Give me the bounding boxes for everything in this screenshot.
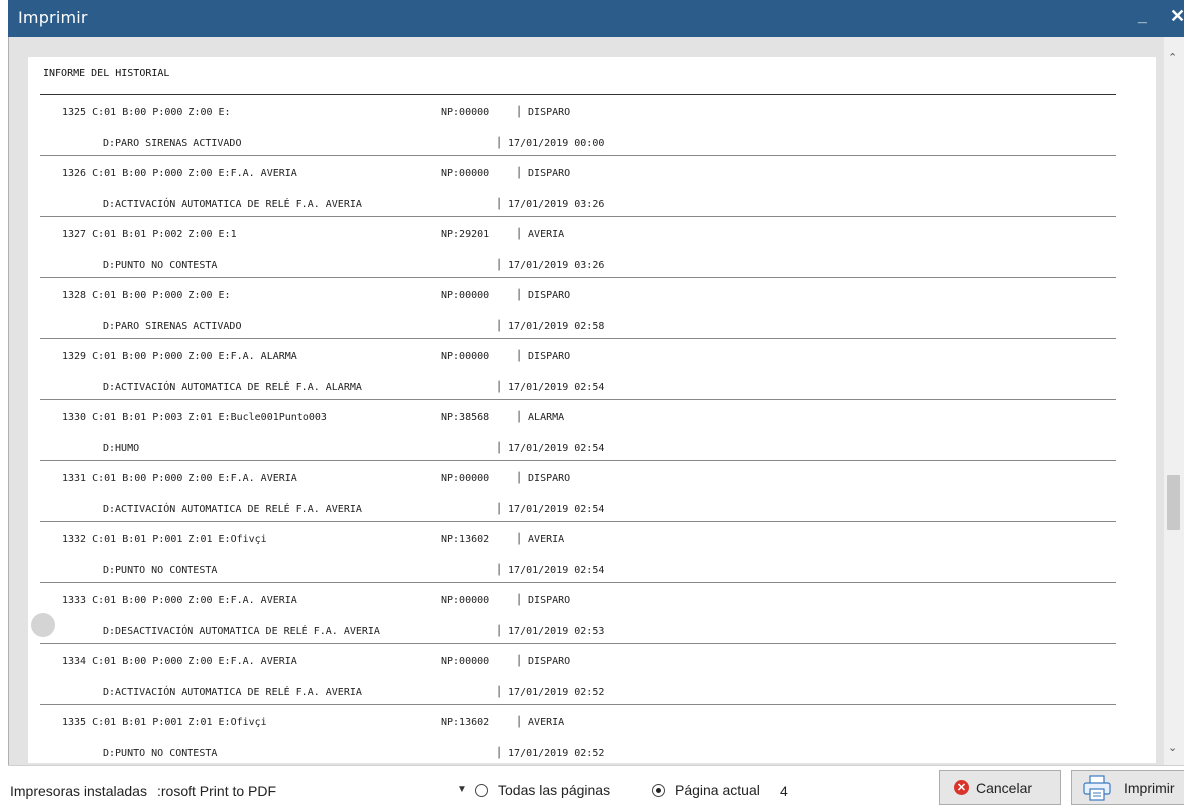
print-label: Imprimir <box>1124 779 1175 796</box>
all-pages-radio[interactable]: Todas las páginas <box>475 782 610 798</box>
record-type: │ DISPARO <box>516 290 571 301</box>
record-description: D:PARO SIRENAS ACTIVADO <box>103 138 242 149</box>
printers-label: Impresoras instaladas <box>10 783 147 799</box>
cancel-x-icon: ✕ <box>954 780 969 795</box>
current-page-radio[interactable]: Página actual <box>652 782 760 798</box>
record-np: NP:00000 <box>441 473 490 484</box>
mouse-cursor-indicator <box>31 613 55 637</box>
record-description: D:PARO SIRENAS ACTIVADO <box>103 321 242 332</box>
print-preview-area: INFORME DEL HISTORIAL 1325 C:01 B:00 P:0… <box>8 37 1184 765</box>
record-np: NP:29201 <box>441 229 490 240</box>
record-type: │ DISPARO <box>516 168 571 179</box>
window-titlebar[interactable]: Imprimir _ ✕ <box>8 0 1184 38</box>
printer-select[interactable]: :rosoft Print to PDF ▼ <box>153 783 469 803</box>
vertical-scrollbar[interactable]: ⌃ ⌄ <box>1164 37 1184 765</box>
record-description: D:PUNTO NO CONTESTA <box>103 748 218 759</box>
history-record: 1328 C:01 B:00 P:000 Z:00 E: NP:00000 │ DI… <box>28 277 1156 339</box>
record-type: │ DISPARO <box>516 473 571 484</box>
radio-selected-icon[interactable] <box>652 783 665 797</box>
window-title: Imprimir <box>18 8 88 27</box>
current-page-number: 4 <box>780 783 788 799</box>
record-header: 1333 C:01 B:00 P:000 Z:00 E:F.A. AVERIA <box>62 595 297 606</box>
record-np: NP:13602 <box>441 534 490 545</box>
record-header: 1334 C:01 B:00 P:000 Z:00 E:F.A. AVERIA <box>62 656 297 667</box>
record-header: 1325 C:01 B:00 P:000 Z:00 E: <box>62 107 231 118</box>
record-type: │ DISPARO <box>516 107 571 118</box>
record-description: D:DESACTIVACIÓN AUTOMATICA DE RELÉ F.A. … <box>103 626 380 637</box>
record-description: D:PUNTO NO CONTESTA <box>103 565 218 576</box>
scroll-up-arrow-icon[interactable]: ⌃ <box>1168 51 1177 64</box>
history-record: 1335 C:01 B:01 P:001 Z:01 E:Ofivçi NP:136… <box>28 704 1156 763</box>
record-type: │ AVERIA <box>516 534 565 545</box>
record-description: D:ACTIVACIÓN AUTOMATICA DE RELÉ F.A. AVE… <box>103 687 362 698</box>
history-record: 1327 C:01 B:01 P:002 Z:00 E:1 NP:29201 │ A… <box>28 216 1156 278</box>
cancel-label: Cancelar <box>976 779 1033 796</box>
history-record: 1326 C:01 B:00 P:000 Z:00 E:F.A. AVERIA N… <box>28 155 1156 217</box>
close-button[interactable]: ✕ <box>1170 6 1184 27</box>
record-np: NP:13602 <box>441 717 490 728</box>
cancel-button[interactable]: ✕ Cancelar <box>939 770 1061 805</box>
record-type: │ DISPARO <box>516 351 571 362</box>
record-header: 1329 C:01 B:00 P:000 Z:00 E:F.A. ALARMA <box>62 351 297 362</box>
record-np: NP:00000 <box>441 168 490 179</box>
record-np: NP:00000 <box>441 656 490 667</box>
record-type: │ AVERIA <box>516 717 565 728</box>
record-np: NP:00000 <box>441 290 490 301</box>
print-options-bar: Impresoras instaladas :rosoft Print to P… <box>8 765 1184 806</box>
current-page-label: Página actual <box>675 782 760 798</box>
record-np: NP:38568 <box>441 412 490 423</box>
record-np: NP:00000 <box>441 595 490 606</box>
record-type: │ AVERIA <box>516 229 565 240</box>
scroll-down-arrow-icon[interactable]: ⌄ <box>1168 741 1177 754</box>
record-np: NP:00000 <box>441 351 490 362</box>
preview-page: INFORME DEL HISTORIAL 1325 C:01 B:00 P:0… <box>28 57 1156 763</box>
record-date: │ 17/01/2019 00:00 <box>496 138 605 149</box>
record-header: 1328 C:01 B:00 P:000 Z:00 E: <box>62 290 231 301</box>
minimize-button[interactable]: _ <box>1138 8 1147 26</box>
record-description: D:ACTIVACIÓN AUTOMATICA DE RELÉ F.A. AVE… <box>103 504 362 515</box>
record-description: D:ACTIVACIÓN AUTOMATICA DE RELÉ F.A. ALA… <box>103 382 362 393</box>
dropdown-arrow-icon[interactable]: ▼ <box>457 784 467 795</box>
record-description: D:ACTIVACIÓN AUTOMATICA DE RELÉ F.A. AVE… <box>103 199 362 210</box>
record-header: 1327 C:01 B:01 P:002 Z:00 E:1 <box>62 229 237 240</box>
record-header: 1332 C:01 B:01 P:001 Z:01 E:Ofivçi <box>62 534 267 545</box>
record-header: 1331 C:01 B:00 P:000 Z:00 E:F.A. AVERIA <box>62 473 297 484</box>
record-date: │ 17/01/2019 02:53 <box>496 626 605 637</box>
printer-icon <box>1083 774 1111 801</box>
record-description: D:HUMO <box>103 443 140 454</box>
record-date: │ 17/01/2019 02:54 <box>496 443 605 454</box>
history-record: 1334 C:01 B:00 P:000 Z:00 E:F.A. AVERIA N… <box>28 643 1156 705</box>
all-pages-label: Todas las páginas <box>498 782 611 798</box>
record-type: │ DISPARO <box>516 595 571 606</box>
record-date: │ 17/01/2019 02:54 <box>496 565 605 576</box>
report-heading: INFORME DEL HISTORIAL <box>43 68 170 79</box>
history-record: 1332 C:01 B:01 P:001 Z:01 E:Ofivçi NP:136… <box>28 521 1156 583</box>
record-type: │ ALARMA <box>516 412 565 423</box>
record-date: │ 17/01/2019 02:54 <box>496 382 605 393</box>
record-date: │ 17/01/2019 02:52 <box>496 748 605 759</box>
printer-select-value: :rosoft Print to PDF <box>157 783 277 799</box>
record-description: D:PUNTO NO CONTESTA <box>103 260 218 271</box>
print-button[interactable]: Imprimir <box>1071 770 1184 805</box>
record-date: │ 17/01/2019 02:52 <box>496 687 605 698</box>
scrollbar-thumb[interactable] <box>1167 475 1180 530</box>
record-date: │ 17/01/2019 02:58 <box>496 321 605 332</box>
record-header: 1326 C:01 B:00 P:000 Z:00 E:F.A. AVERIA <box>62 168 297 179</box>
history-record: 1333 C:01 B:00 P:000 Z:00 E:F.A. AVERIA N… <box>28 582 1156 644</box>
radio-circle-icon[interactable] <box>475 783 488 797</box>
record-date: │ 17/01/2019 02:54 <box>496 504 605 515</box>
record-date: │ 17/01/2019 03:26 <box>496 260 605 271</box>
record-date: │ 17/01/2019 03:26 <box>496 199 605 210</box>
history-record: 1330 C:01 B:01 P:003 Z:01 E:Bucle001Punt… <box>28 399 1156 461</box>
record-np: NP:00000 <box>441 107 490 118</box>
record-type: │ DISPARO <box>516 656 571 667</box>
record-header: 1330 C:01 B:01 P:003 Z:01 E:Bucle001Punt… <box>62 412 327 423</box>
history-record: 1329 C:01 B:00 P:000 Z:00 E:F.A. ALARMA N… <box>28 338 1156 400</box>
history-record: 1331 C:01 B:00 P:000 Z:00 E:F.A. AVERIA N… <box>28 460 1156 522</box>
record-header: 1335 C:01 B:01 P:001 Z:01 E:Ofivçi <box>62 717 267 728</box>
history-record: 1325 C:01 B:00 P:000 Z:00 E: NP:00000 │ DI… <box>28 94 1156 156</box>
window-left-edge <box>0 0 8 805</box>
